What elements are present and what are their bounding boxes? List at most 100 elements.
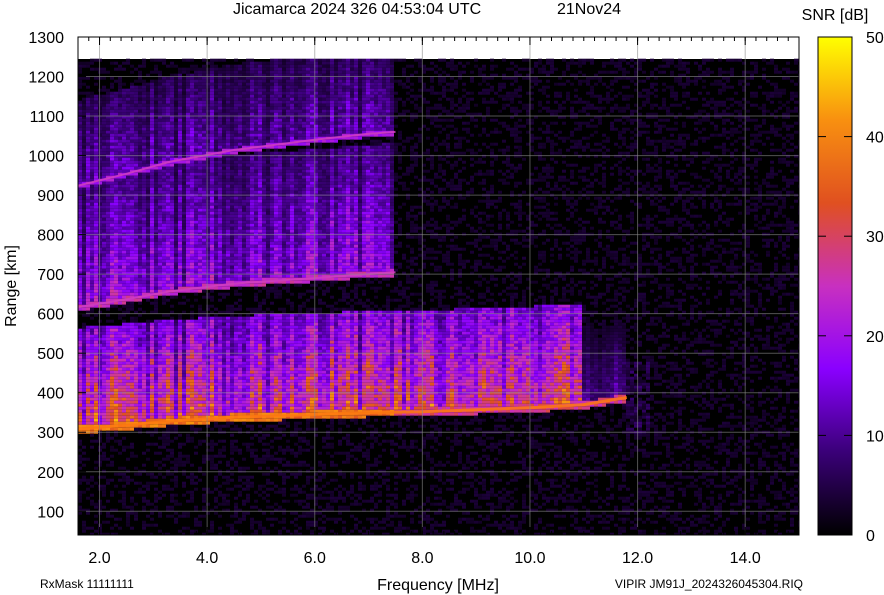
heatmap-cell: [226, 220, 230, 224]
heatmap-cell: [134, 415, 138, 419]
heatmap-cell: [198, 358, 202, 362]
heatmap-cell: [162, 334, 166, 338]
heatmap-cell: [90, 130, 94, 134]
heatmap-cell: [78, 157, 82, 161]
heatmap-cell: [82, 400, 86, 404]
heatmap-cell: [166, 376, 170, 380]
heatmap-cell: [162, 382, 166, 386]
heatmap-cell: [190, 196, 194, 200]
heatmap-cell: [158, 511, 162, 515]
heatmap-cell: [202, 106, 206, 110]
heatmap-cell: [174, 226, 178, 230]
heatmap-cell: [126, 340, 130, 344]
heatmap-cell: [86, 343, 90, 347]
heatmap-cell: [126, 346, 130, 350]
heatmap-cell: [210, 412, 214, 416]
heatmap-cell: [198, 220, 202, 224]
heatmap-cell: [166, 202, 170, 206]
heatmap-cell: [146, 145, 150, 149]
heatmap-cell: [210, 157, 214, 161]
heatmap-cell: [166, 103, 170, 107]
heatmap-cell: [230, 409, 234, 413]
heatmap-cell: [150, 184, 154, 188]
heatmap-cell: [78, 145, 82, 149]
heatmap-cell: [86, 265, 90, 269]
heatmap-cell: [182, 208, 186, 212]
heatmap-cell: [102, 109, 106, 113]
heatmap-cell: [202, 487, 206, 491]
heatmap-cell: [202, 274, 206, 278]
heatmap-cell: [158, 202, 162, 206]
heatmap-cell: [226, 67, 230, 71]
heatmap-cell: [178, 121, 182, 125]
heatmap-cell: [210, 394, 214, 398]
heatmap-cell: [150, 361, 154, 365]
heatmap-cell: [78, 127, 82, 131]
heatmap-cell: [214, 394, 218, 398]
heatmap-cell: [194, 211, 198, 215]
heatmap-cell: [190, 409, 194, 413]
heatmap-cell: [222, 238, 226, 242]
heatmap-cell: [142, 280, 146, 284]
heatmap-cell: [226, 82, 230, 86]
heatmap-cell: [206, 370, 210, 374]
heatmap-cell: [126, 184, 130, 188]
heatmap-cell: [234, 106, 238, 110]
heatmap-cell: [194, 133, 198, 137]
heatmap-cell: [126, 325, 130, 329]
heatmap-cell: [86, 91, 90, 95]
heatmap-cell: [210, 370, 214, 374]
heatmap-cell: [82, 172, 86, 176]
heatmap-cell: [190, 343, 194, 347]
heatmap-cell: [134, 334, 138, 338]
heatmap-cell: [186, 400, 190, 404]
heatmap-cell: [166, 439, 170, 443]
heatmap-cell: [170, 340, 174, 344]
heatmap-cell: [178, 451, 182, 455]
heatmap-cell: [82, 412, 86, 416]
heatmap-cell: [174, 499, 178, 503]
heatmap-cell: [218, 472, 222, 476]
heatmap-cell: [134, 277, 138, 281]
heatmap-cell: [222, 370, 226, 374]
heatmap-cell: [150, 472, 154, 476]
heatmap-cell: [106, 70, 110, 74]
heatmap-cell: [94, 157, 98, 161]
heatmap-cell: [166, 238, 170, 242]
heatmap-cell: [110, 256, 114, 260]
heatmap-cell: [214, 355, 218, 359]
heatmap-cell: [190, 220, 194, 224]
heatmap-cell: [186, 460, 190, 464]
heatmap-cell: [78, 424, 82, 428]
heatmap-cell: [154, 280, 158, 284]
heatmap-cell: [134, 253, 138, 257]
heatmap-cell: [146, 148, 150, 152]
heatmap-cell: [198, 373, 202, 377]
heatmap-cell: [158, 220, 162, 224]
heatmap-cell: [218, 460, 222, 464]
heatmap-cell: [110, 229, 114, 233]
heatmap-cell: [158, 259, 162, 263]
heatmap-cell: [122, 124, 126, 128]
heatmap-cell: [194, 130, 198, 134]
heatmap-cell: [146, 184, 150, 188]
heatmap-cell: [114, 376, 118, 380]
heatmap-cell: [174, 346, 178, 350]
heatmap-cell: [226, 307, 230, 311]
heatmap-cell: [90, 205, 94, 209]
heatmap-cell: [170, 118, 174, 122]
heatmap-cell: [94, 244, 98, 248]
heatmap-cell: [86, 526, 90, 530]
heatmap-cell: [202, 400, 206, 404]
heatmap-cell: [206, 175, 210, 179]
heatmap-cell: [162, 346, 166, 350]
heatmap-cell: [198, 241, 202, 245]
heatmap-cell: [186, 175, 190, 179]
heatmap-cell: [110, 91, 114, 95]
heatmap-cell: [118, 145, 122, 149]
heatmap-cell: [146, 238, 150, 242]
heatmap-cell: [118, 490, 122, 494]
heatmap-cell: [150, 202, 154, 206]
heatmap-cell: [158, 205, 162, 209]
heatmap-cell: [162, 175, 166, 179]
